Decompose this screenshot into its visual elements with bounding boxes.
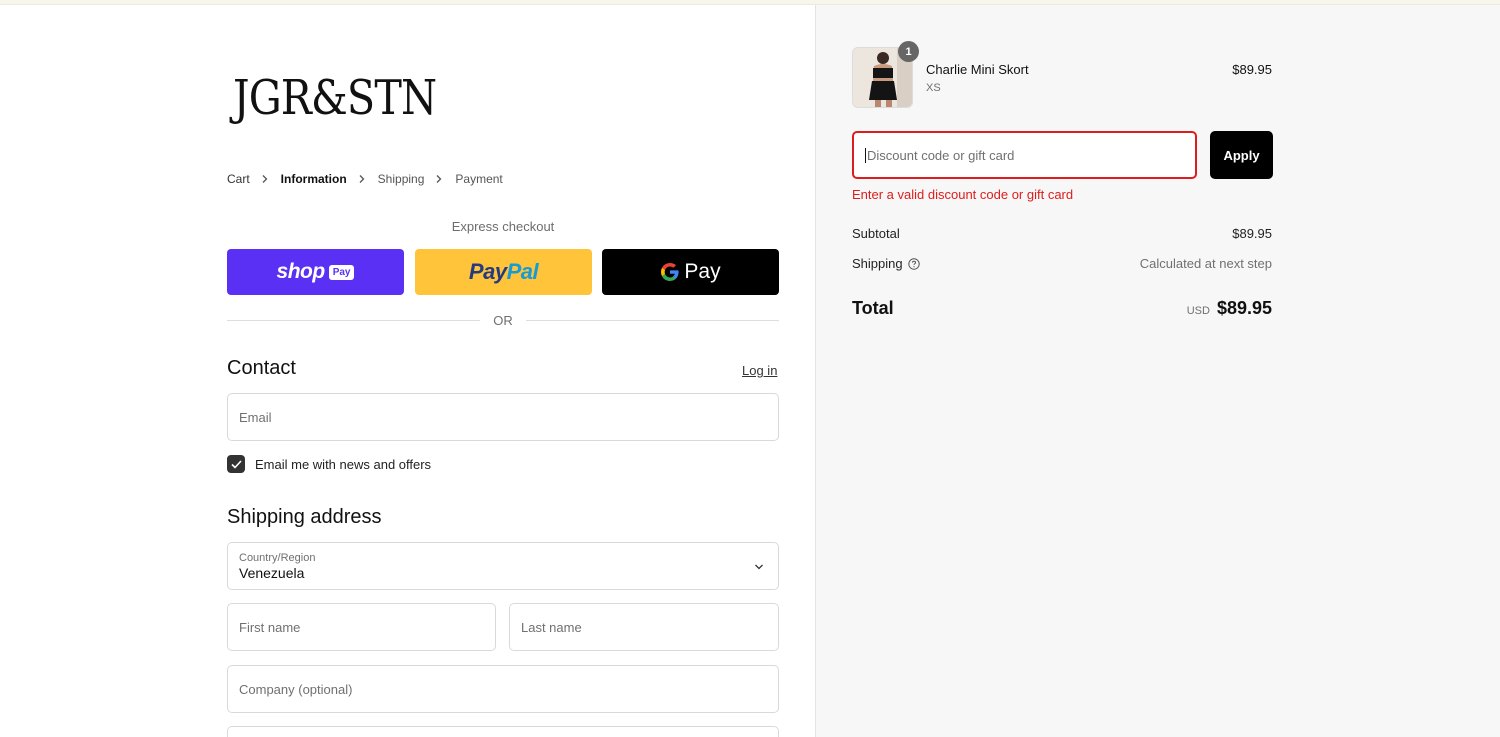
breadcrumb-payment: Payment	[455, 172, 503, 186]
shop-pay-tag: Pay	[328, 264, 355, 280]
paypal-logo-part1: Pay	[468, 259, 507, 284]
divider-line	[525, 320, 779, 321]
express-checkout-label: Express checkout	[451, 219, 555, 234]
login-link[interactable]: Log in	[742, 363, 777, 378]
country-value: Venezuela	[239, 564, 305, 581]
shop-pay-word: shop	[276, 260, 326, 283]
or-text: OR	[493, 313, 513, 328]
shop-pay-button[interactable]: shop Pay	[227, 249, 404, 295]
discount-code-input[interactable]: Discount code or gift card	[852, 131, 1197, 179]
order-summary-panel	[815, 5, 1500, 737]
text-caret	[865, 147, 866, 163]
first-name-field[interactable]: First name	[227, 603, 496, 651]
checkmark-icon	[230, 459, 242, 469]
product-price: $89.95	[1232, 62, 1272, 77]
question-circle-icon[interactable]	[907, 257, 920, 270]
shipping-address-title: Shipping address	[227, 506, 382, 528]
product-variant: XS	[926, 82, 941, 94]
newsletter-checkbox-row[interactable]: Email me with news and offers	[227, 455, 431, 473]
divider-line	[227, 320, 481, 321]
breadcrumb: Cart Information Shipping Payment	[227, 172, 503, 186]
email-field[interactable]: Email	[227, 393, 779, 441]
currency-code: USD	[1186, 305, 1210, 317]
apply-discount-button[interactable]: Apply	[1210, 131, 1273, 179]
discount-error-message: Enter a valid discount code or gift card	[852, 187, 1074, 202]
address-field[interactable]	[227, 726, 779, 737]
paypal-button[interactable]: Pay Pal	[415, 249, 592, 295]
breadcrumb-cart[interactable]: Cart	[227, 172, 250, 186]
newsletter-checkbox[interactable]	[227, 455, 245, 473]
shipping-label: Shipping	[852, 256, 920, 271]
paypal-logo-part2: Pal	[506, 259, 539, 284]
or-divider: OR	[227, 313, 779, 328]
subtotal-label: Subtotal	[852, 226, 900, 241]
google-pay-button[interactable]: Pay	[602, 249, 779, 295]
company-placeholder: Company (optional)	[239, 681, 353, 697]
chevron-right-icon	[262, 175, 268, 183]
total-value: $89.95	[1216, 298, 1272, 318]
contact-title: Contact	[227, 357, 296, 379]
chevron-right-icon	[436, 175, 442, 183]
country-label: Country/Region	[239, 551, 316, 564]
chevron-down-icon	[755, 564, 763, 570]
shipping-value: Calculated at next step	[1139, 256, 1272, 271]
breadcrumb-information: Information	[280, 172, 347, 186]
email-placeholder: Email	[239, 409, 272, 425]
last-name-placeholder: Last name	[521, 619, 582, 635]
shipping-label-text: Shipping	[852, 256, 903, 271]
first-name-placeholder: First name	[239, 619, 301, 635]
breadcrumb-shipping: Shipping	[377, 172, 425, 186]
product-name: Charlie Mini Skort	[926, 62, 1029, 77]
newsletter-label: Email me with news and offers	[255, 456, 432, 472]
discount-placeholder: Discount code or gift card	[867, 147, 1015, 163]
total-label: Total	[852, 298, 894, 318]
subtotal-value: $89.95	[1232, 226, 1272, 241]
brand-logo[interactable]: JGR&STN	[233, 70, 437, 126]
google-pay-text: Pay	[684, 260, 721, 283]
quantity-badge: 1	[898, 41, 919, 62]
chevron-right-icon	[359, 175, 365, 183]
company-field[interactable]: Company (optional)	[227, 665, 779, 713]
total-amount: USD $89.95	[1187, 298, 1272, 319]
last-name-field[interactable]: Last name	[509, 603, 779, 651]
subtotal-label-text: Subtotal	[852, 226, 900, 241]
google-g-icon	[661, 263, 680, 281]
country-select[interactable]: Country/Region Venezuela	[227, 542, 779, 590]
